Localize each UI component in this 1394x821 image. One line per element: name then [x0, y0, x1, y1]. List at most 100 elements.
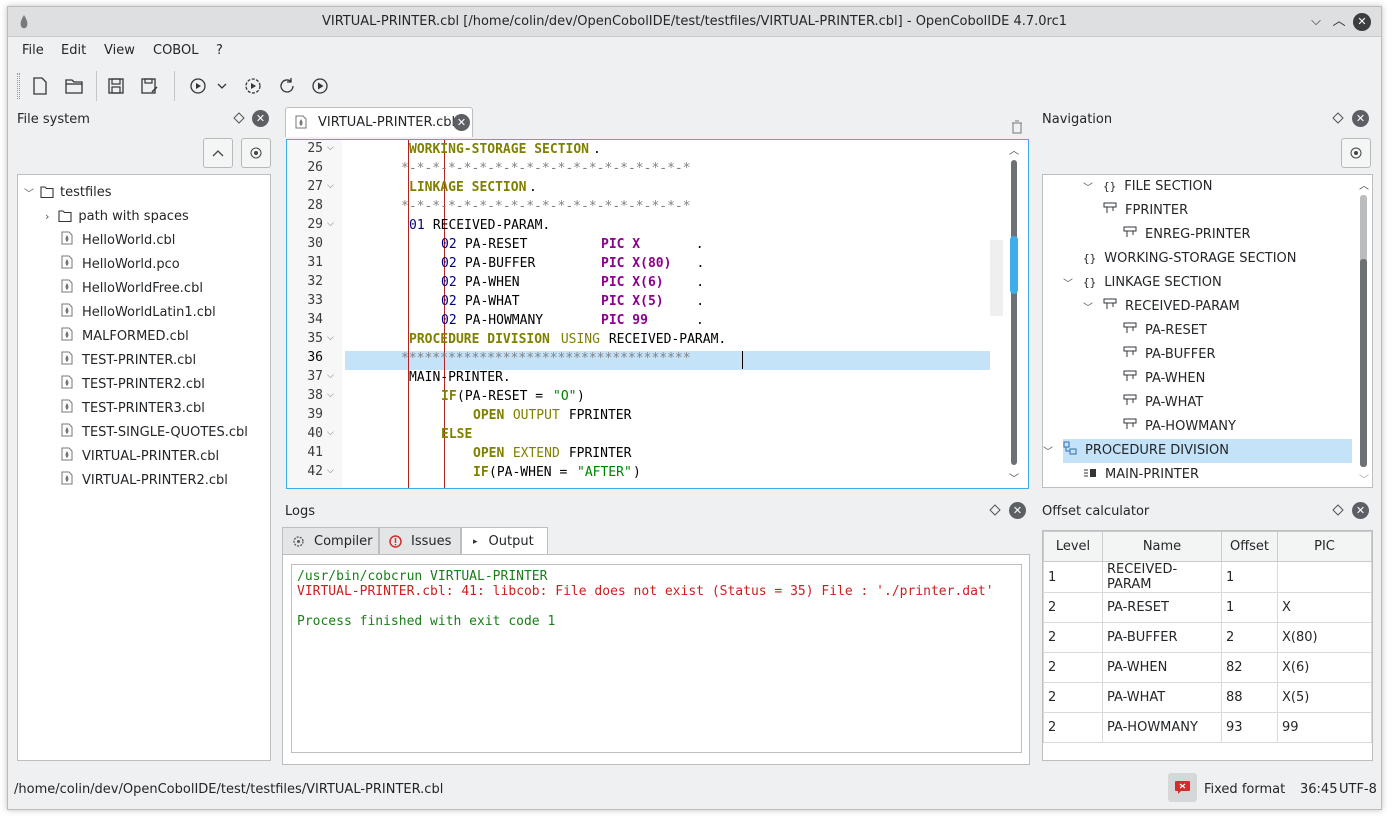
fold-icon[interactable]: ⌵	[327, 428, 334, 438]
file-item[interactable]: TEST-PRINTER.cbl	[61, 348, 196, 372]
file-item[interactable]: HelloWorld.pco	[61, 252, 180, 276]
open-file-icon[interactable]	[63, 75, 85, 97]
menu-view[interactable]: View	[104, 43, 135, 58]
dropdown-icon[interactable]	[215, 75, 229, 97]
toolbar-grip[interactable]	[17, 73, 20, 99]
nav-item[interactable]: {} WORKING-STORAGE SECTION	[1083, 246, 1297, 270]
run-icon[interactable]	[309, 75, 331, 97]
save-as-icon[interactable]	[139, 75, 161, 97]
tree-root[interactable]: ﹀ testfiles	[24, 180, 112, 204]
close-dock-icon[interactable]: ✕	[252, 110, 269, 127]
sync-button[interactable]	[241, 138, 271, 168]
fold-icon[interactable]: ⌵	[327, 466, 334, 476]
table-row[interactable]: 2 PA-WHEN 82 X(6)	[1043, 652, 1372, 683]
code-editor[interactable]: 25 ⌵ 26 27 ⌵ 28 29 ⌵ 30 31 32 33 34 35 ⌵ 36 37 ⌵ 38 ⌵ 39 40 ⌵ 4…	[286, 139, 1029, 489]
nav-item[interactable]: ﹀ {} LINKAGE SECTION	[1063, 270, 1222, 294]
scroll-thumb[interactable]	[1010, 236, 1018, 294]
table-row[interactable]: 1 RECEIVED-PARAM 1	[1043, 561, 1372, 593]
col-pic[interactable]: PIC	[1277, 531, 1372, 562]
scroll-up-icon[interactable]: ︿	[1009, 142, 1019, 157]
save-icon[interactable]	[105, 75, 127, 97]
float-dock-icon[interactable]	[989, 504, 1001, 516]
nav-item[interactable]: ﹀ {} FILE SECTION	[1083, 175, 1212, 198]
maximize-icon[interactable]: ︿	[1330, 13, 1348, 31]
fold-icon[interactable]: ⌵	[327, 390, 334, 400]
nav-item[interactable]: PA-BUFFER	[1123, 342, 1215, 366]
nav-item[interactable]: ﹀ PROCEDURE DIVISION	[1043, 438, 1229, 462]
float-dock-icon[interactable]	[1332, 504, 1344, 516]
trash-icon[interactable]	[1011, 120, 1023, 134]
scroll-down-icon[interactable]: ﹀	[1009, 470, 1019, 485]
fold-icon[interactable]: ⌵	[327, 371, 334, 381]
table-row[interactable]: 2 PA-BUFFER 2 X(80)	[1043, 622, 1372, 653]
close-dock-icon[interactable]: ✕	[1352, 502, 1369, 519]
file-item[interactable]: MALFORMED.cbl	[61, 324, 189, 348]
fold-icon[interactable]: ⌵	[327, 143, 334, 153]
fold-icon[interactable]: ⌵	[327, 219, 334, 229]
nav-item[interactable]: PA-HOWMANY	[1123, 414, 1236, 438]
file-item-label: MALFORMED.cbl	[82, 328, 189, 344]
menu-cobol[interactable]: COBOL	[153, 43, 198, 58]
close-tab-icon[interactable]: ✕	[453, 114, 470, 131]
file-item[interactable]: HelloWorld.cbl	[61, 228, 175, 252]
scroll-down-icon[interactable]: ﹀	[1359, 471, 1369, 486]
fold-icon[interactable]: ⌵	[327, 181, 334, 191]
editor-scrollbar[interactable]: ︿ ﹀	[1007, 140, 1019, 488]
braces-icon: {}	[1083, 251, 1097, 265]
chevron-right-icon: ›	[45, 209, 50, 223]
compile-all-icon[interactable]	[242, 75, 264, 97]
file-item[interactable]: HelloWorldLatin1.cbl	[61, 300, 216, 324]
nav-item[interactable]: FPRINTER	[1103, 198, 1188, 222]
error-indicator-button[interactable]	[1168, 773, 1197, 802]
nav-item[interactable]: PA-WHAT	[1123, 390, 1203, 414]
table-cell: 1	[1221, 561, 1278, 593]
tab-issues[interactable]: Issues	[379, 527, 461, 555]
col-offset[interactable]: Offset	[1221, 531, 1278, 562]
scroll-up-icon[interactable]: ︿	[1359, 177, 1369, 192]
table-row[interactable]: 2 PA-HOWMANY 93 99	[1043, 712, 1372, 743]
navigation-scrollbar[interactable]: ︿ ﹀	[1357, 175, 1369, 487]
sync-navigation-button[interactable]	[1341, 138, 1371, 168]
menu-file[interactable]: File	[22, 43, 44, 58]
table-row[interactable]: 2 PA-RESET 1 X	[1043, 592, 1372, 623]
editor-tab[interactable]: VIRTUAL-PRINTER.cbl ✕	[285, 107, 473, 137]
col-name[interactable]: Name	[1102, 531, 1222, 562]
scroll-thumb[interactable]	[1360, 259, 1367, 467]
minimize-icon[interactable]: ⌵	[1307, 13, 1325, 31]
close-window-icon[interactable]: ✕	[1353, 13, 1371, 31]
log-command: /usr/bin/cobcrun VIRTUAL-PRINTER	[297, 569, 548, 584]
status-cursor: 36:45	[1300, 782, 1338, 797]
parent-dir-button[interactable]	[203, 138, 233, 168]
clean-icon[interactable]	[276, 75, 298, 97]
output-console[interactable]: /usr/bin/cobcrun VIRTUAL-PRINTER VIRTUAL…	[291, 564, 1022, 753]
file-item[interactable]: TEST-PRINTER3.cbl	[61, 396, 205, 420]
nav-item[interactable]: PA-WHEN	[1123, 366, 1205, 390]
close-dock-icon[interactable]: ✕	[1352, 110, 1369, 127]
file-item[interactable]: VIRTUAL-PRINTER.cbl	[61, 444, 219, 468]
tree-folder[interactable]: › path with spaces	[45, 204, 189, 228]
col-level[interactable]: Level	[1043, 531, 1103, 562]
log-error: VIRTUAL-PRINTER.cbl: 41: libcob: File do…	[297, 584, 994, 599]
nav-item[interactable]: MAIN-PRINTER	[1083, 462, 1199, 486]
tab-compiler[interactable]: Compiler	[282, 527, 379, 555]
fold-icon[interactable]: ⌵	[327, 333, 334, 343]
menu-edit[interactable]: Edit	[61, 43, 86, 58]
new-file-icon[interactable]	[29, 75, 51, 97]
tab-output[interactable]: ▸ Output	[461, 527, 548, 555]
menu-help[interactable]: ?	[216, 43, 223, 58]
file-item[interactable]: VIRTUAL-PRINTER2.cbl	[61, 468, 228, 492]
code-token: 02	[441, 237, 457, 252]
status-path: /home/colin/dev/OpenCobolIDE/test/testfi…	[14, 782, 444, 797]
nav-item[interactable]: ENREG-PRINTER	[1123, 222, 1251, 246]
file-item[interactable]: HelloWorldFree.cbl	[61, 276, 203, 300]
nav-item[interactable]: ﹀ RECEIVED-PARAM	[1083, 294, 1240, 318]
file-item[interactable]: TEST-PRINTER2.cbl	[61, 372, 205, 396]
file-item[interactable]: TEST-SINGLE-QUOTES.cbl	[61, 420, 248, 444]
close-dock-icon[interactable]: ✕	[1009, 502, 1026, 519]
float-dock-icon[interactable]	[233, 112, 245, 124]
nav-item[interactable]: PA-RESET	[1123, 318, 1207, 342]
table-row[interactable]: 2 PA-WHAT 88 X(5)	[1043, 682, 1372, 713]
float-dock-icon[interactable]	[1332, 112, 1344, 124]
folder-icon	[40, 186, 54, 198]
compile-icon[interactable]	[187, 75, 209, 97]
